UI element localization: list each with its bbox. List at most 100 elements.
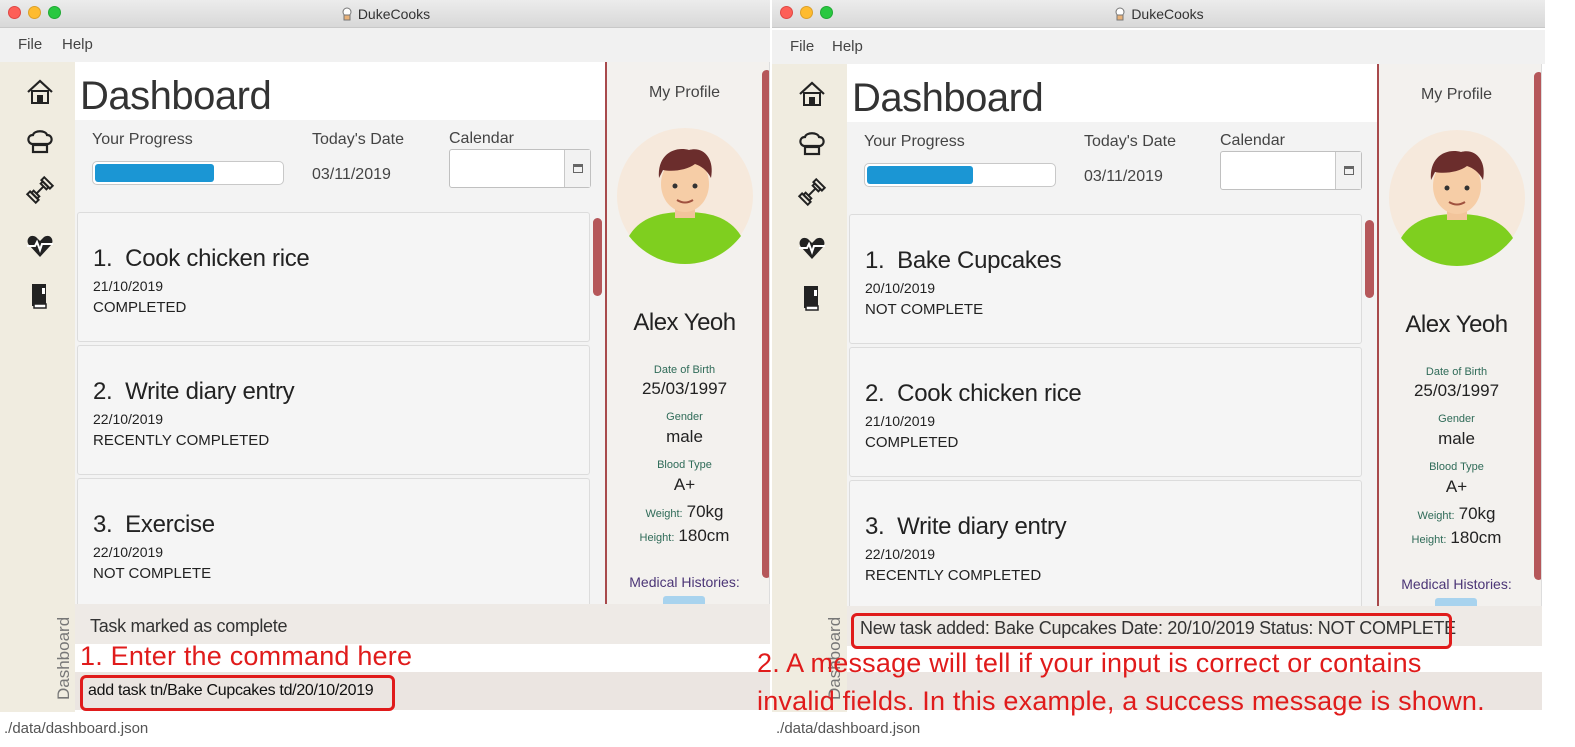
menu-bar: File Help: [0, 28, 770, 62]
calendar-picker-button[interactable]: [1335, 152, 1361, 189]
chef-hat-icon[interactable]: [796, 128, 828, 160]
heartbeat-icon[interactable]: [796, 232, 828, 264]
progress-fill: [867, 166, 974, 184]
menu-file[interactable]: File: [18, 36, 42, 53]
height-row: Height: 180cm: [1379, 528, 1534, 548]
task-status: COMPLETED: [865, 434, 959, 451]
task-date: 22/10/2019: [865, 546, 936, 562]
calendar-picker-button[interactable]: [564, 150, 590, 187]
menu-file[interactable]: File: [790, 38, 814, 55]
date-value: 03/11/2019: [312, 166, 391, 183]
window-title-text: DukeCooks: [1131, 6, 1204, 22]
chef-icon: [1115, 7, 1125, 21]
chef-hat-icon[interactable]: [24, 126, 56, 158]
task-status: COMPLETED: [93, 299, 187, 316]
task-number: 2.: [865, 380, 885, 407]
profile-name: Alex Yeoh: [1405, 311, 1508, 338]
task-date: 22/10/2019: [93, 544, 164, 560]
profile-scrollbar[interactable]: [762, 70, 769, 578]
profile-title: My Profile: [648, 84, 721, 101]
blood-type-value: A+: [1445, 477, 1468, 496]
height-value: 180cm: [678, 526, 730, 545]
window-title-text: DukeCooks: [357, 6, 431, 22]
command-highlight-box: [80, 675, 395, 711]
weight-row: Weight: 70kg: [607, 502, 762, 522]
dashboard-main: Dashboard Your Progress Today's Date 03/…: [847, 64, 1377, 609]
task-card[interactable]: 3. Write diary entry 22/10/2019 RECENTLY…: [849, 480, 1362, 609]
task-name: Cook chicken rice: [897, 380, 1082, 407]
task-card[interactable]: 1. Bake Cupcakes 20/10/2019 NOT COMPLETE: [849, 214, 1362, 344]
scrollbar-thumb[interactable]: [593, 218, 602, 296]
dob-label: Date of Birth: [653, 364, 716, 376]
result-display: Task marked as complete: [75, 604, 770, 644]
medical-tag: [1435, 598, 1477, 606]
heartbeat-icon[interactable]: [24, 230, 56, 262]
task-date: 20/10/2019: [865, 280, 936, 296]
book-icon[interactable]: [796, 282, 828, 314]
dob-label: Date of Birth: [1425, 366, 1488, 378]
blood-type-label: Blood Type: [1429, 461, 1484, 473]
calendar-label: Calendar: [1220, 132, 1285, 149]
task-card[interactable]: 3. Exercise 22/10/2019 NOT COMPLETE: [77, 478, 590, 607]
gender-value: male: [1438, 429, 1475, 448]
task-title: 3. Exercise: [93, 511, 215, 539]
home-icon[interactable]: [796, 78, 828, 110]
task-date: 22/10/2019: [93, 411, 164, 427]
book-icon[interactable]: [24, 280, 56, 312]
calendar-label: Calendar: [449, 130, 514, 147]
task-title: 2. Cook chicken rice: [865, 380, 1082, 408]
progress-fill: [95, 164, 215, 182]
weight-value: 70kg: [1458, 504, 1496, 523]
status-bar: ./data/dashboard.json: [0, 712, 770, 747]
task-card[interactable]: 1. Cook chicken rice 21/10/2019 COMPLETE…: [77, 212, 590, 342]
task-list-scrollbar[interactable]: [591, 212, 603, 607]
height-row: Height: 180cm: [607, 526, 762, 546]
left-window: DukeCooks File Help Dashboard Dashboard …: [0, 0, 770, 747]
profile-scrollbar[interactable]: [1534, 72, 1541, 580]
date-label: Today's Date: [1084, 133, 1176, 150]
task-title: 2. Write diary entry: [93, 378, 295, 406]
progress-bar: [864, 163, 1056, 187]
calendar-input[interactable]: [449, 149, 591, 188]
task-name: Write diary entry: [125, 378, 295, 405]
scrollbar-thumb[interactable]: [1365, 220, 1374, 298]
gender-label: Gender: [666, 411, 703, 423]
status-path: ./data/dashboard.json: [776, 720, 921, 737]
annotation-step-1: 1. Enter the command here: [80, 641, 413, 671]
dashboard-main: Dashboard Your Progress Today's Date 03/…: [75, 62, 605, 607]
menu-help[interactable]: Help: [62, 36, 93, 53]
medical-histories-label: Medical Histories:: [629, 574, 740, 590]
menu-help[interactable]: Help: [832, 38, 863, 55]
avatar: [1389, 130, 1525, 266]
task-status: NOT COMPLETE: [865, 301, 984, 318]
dob-value: 25/03/1997: [1413, 381, 1500, 400]
height-value: 180cm: [1450, 528, 1502, 547]
task-card[interactable]: 2. Cook chicken rice 21/10/2019 COMPLETE…: [849, 347, 1362, 477]
weight-label: Weight:: [645, 508, 683, 520]
task-card[interactable]: 2. Write diary entry 22/10/2019 RECENTLY…: [77, 345, 590, 475]
dumbbell-icon[interactable]: [796, 176, 828, 208]
weight-row: Weight: 70kg: [1379, 504, 1534, 524]
task-list-scrollbar[interactable]: [1363, 214, 1375, 609]
window-title: DukeCooks: [0, 6, 770, 22]
menu-bar: File Help: [772, 30, 1545, 64]
result-highlight-box: [851, 613, 1452, 649]
calendar-input[interactable]: [1220, 151, 1362, 190]
height-label: Height:: [639, 532, 675, 544]
dumbbell-icon[interactable]: [24, 174, 56, 206]
profile-panel: My Profile Alex Yeoh Date of Birth 25/03…: [1377, 64, 1542, 606]
annotation-step-2-line2: invalid fields. In this example, a succe…: [757, 686, 1485, 716]
window-title: DukeCooks: [772, 6, 1545, 22]
task-status: RECENTLY COMPLETED: [93, 432, 270, 449]
home-icon[interactable]: [24, 76, 56, 108]
dashboard-header: Dashboard: [847, 64, 1377, 122]
task-number: 1.: [865, 247, 885, 274]
weight-label: Weight:: [1417, 510, 1455, 522]
gender-label: Gender: [1438, 413, 1475, 425]
task-name: Write diary entry: [897, 513, 1067, 540]
blood-type-label: Blood Type: [657, 459, 712, 471]
annotation-step-2-line1: 2. A message will tell if your input is …: [757, 648, 1422, 678]
medical-histories-label: Medical Histories:: [1401, 576, 1512, 592]
task-list: 1. Cook chicken rice 21/10/2019 COMPLETE…: [75, 212, 605, 607]
task-number: 1.: [93, 245, 113, 272]
